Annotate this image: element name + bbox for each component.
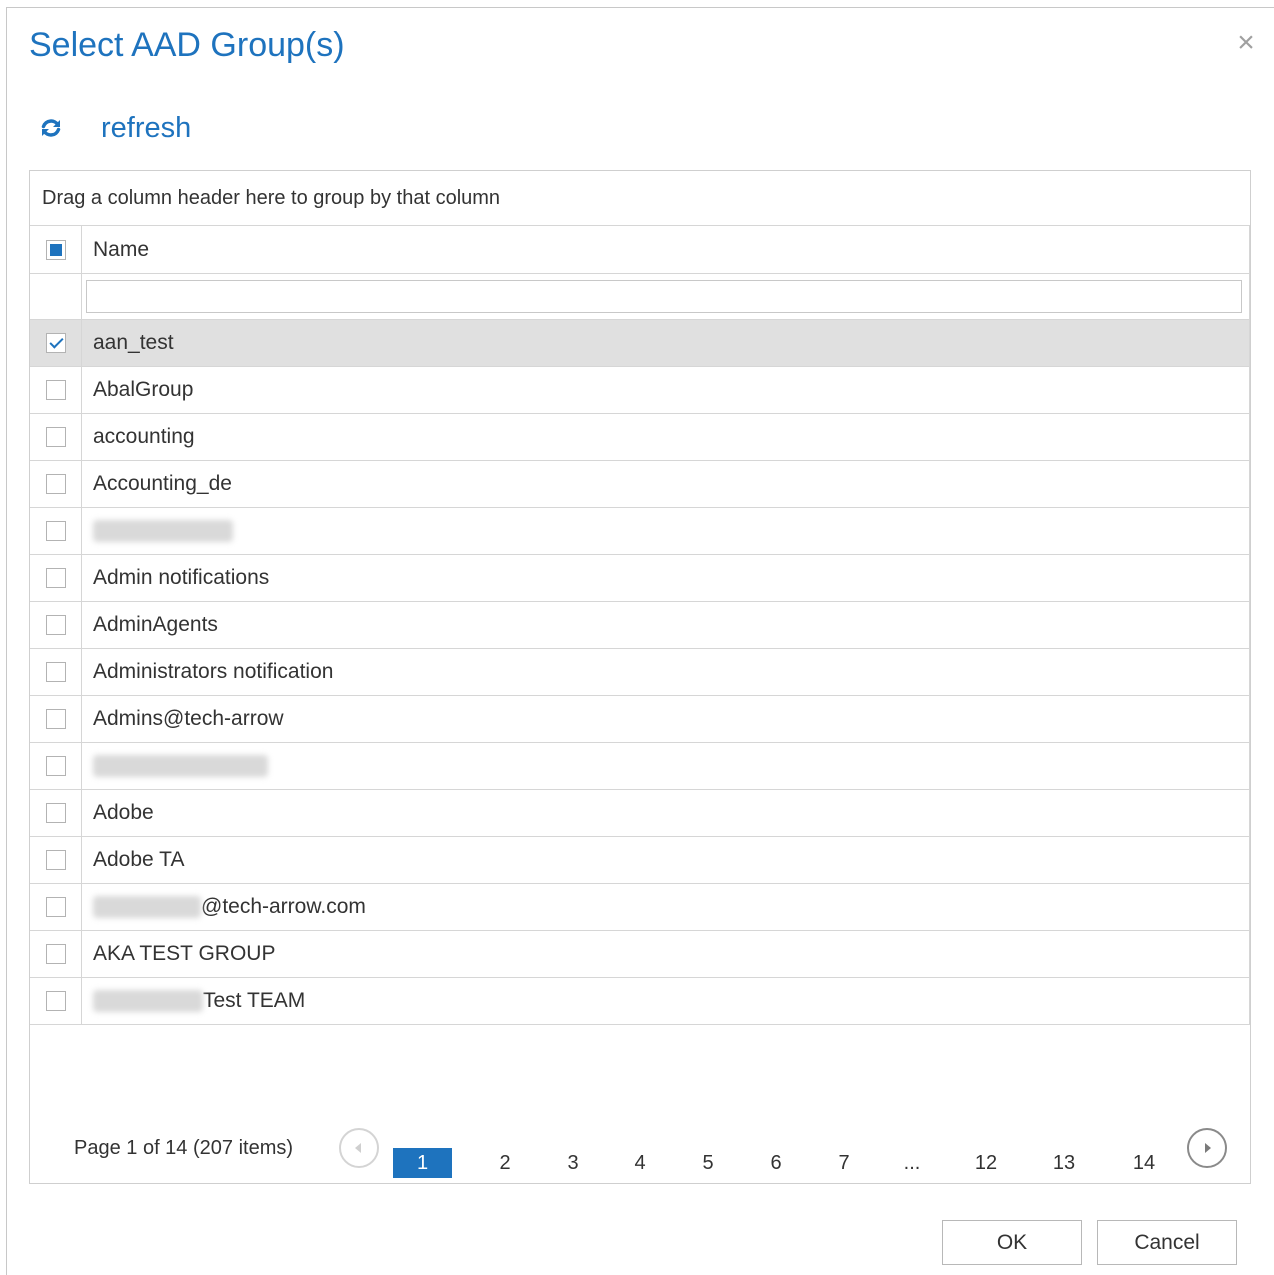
header-row: Name [30,226,1249,274]
table-row[interactable]: accounting [30,414,1249,461]
group-name: Test TEAM [203,989,306,1012]
group-name: Accounting_de [93,472,232,495]
select-aad-groups-dialog: Select AAD Group(s) × refresh Drag a col… [6,7,1274,1275]
refresh-icon [41,119,61,137]
table-row[interactable]: AdminAgents [30,602,1249,649]
row-checkbox[interactable] [45,850,66,870]
table-row[interactable]: AbalGroup [30,367,1249,414]
table-row[interactable]: Admins@tech-arrow [30,696,1249,743]
table-row[interactable]: Accounting_de [30,461,1249,508]
filter-row [30,274,1249,320]
page-7[interactable]: 7 [824,1148,864,1178]
row-checkbox[interactable] [45,568,66,588]
row-checkbox[interactable] [45,991,66,1011]
row-checkbox[interactable] [45,474,66,494]
page-2[interactable]: 2 [485,1148,525,1178]
prev-page-button[interactable] [339,1128,379,1168]
name-filter-input[interactable] [86,280,1242,313]
row-checkbox[interactable] [45,897,66,917]
table-row[interactable]: Test TEAM [30,978,1249,1025]
table-row[interactable]: Admin notifications [30,555,1249,602]
row-checkbox[interactable] [45,944,66,964]
table-row[interactable]: aan_test [30,320,1249,367]
pager-summary: Page 1 of 14 (207 items) [74,1136,294,1159]
group-name: accounting [93,425,195,448]
group-name: @tech-arrow.com [201,895,366,918]
table-row[interactable]: Adobe [30,790,1249,837]
page-3[interactable]: 3 [553,1148,593,1178]
table-row[interactable] [30,508,1249,555]
groups-grid: Drag a column header here to group by th… [29,170,1251,1184]
group-name: Admin notifications [93,566,270,589]
row-checkbox[interactable] [45,615,66,635]
page-5[interactable]: 5 [688,1148,728,1178]
rows-container: aan_test AbalGroup accounting Accounting_de… [30,320,1249,1025]
redacted-text [93,990,203,1012]
page-6[interactable]: 6 [756,1148,796,1178]
next-page-button[interactable] [1187,1128,1227,1168]
group-name: Administrators notification [93,660,334,683]
row-checkbox[interactable] [45,756,66,776]
page-1[interactable]: 1 [393,1148,452,1178]
group-name: Adobe TA [93,848,185,871]
row-checkbox[interactable] [45,380,66,400]
page-4[interactable]: 4 [620,1148,660,1178]
table-row[interactable]: Administrators notification [30,649,1249,696]
group-name: AdminAgents [93,613,218,636]
row-checkbox[interactable] [45,427,66,447]
select-all-checkbox[interactable] [45,239,66,260]
group-name: AKA TEST GROUP [93,942,276,965]
table-row[interactable]: @tech-arrow.com [30,884,1249,931]
pager: Page 1 of 14 (207 items) 1 2 3 4 5 6 7... 12 13 1… [30,1127,1250,1178]
close-icon[interactable]: × [1233,28,1259,58]
group-name: Admins@tech-arrow [93,707,284,730]
dialog-title: Select AAD Group(s) [29,26,345,64]
row-checkbox[interactable] [45,333,66,353]
row-checkbox[interactable] [45,662,66,682]
ok-button[interactable]: OK [942,1220,1082,1265]
redacted-text [93,896,201,918]
chevron-right-icon [1205,1143,1211,1153]
page-12[interactable]: 12 [966,1148,1006,1178]
redacted-text [93,520,233,542]
table-row[interactable] [30,743,1249,790]
cancel-button[interactable]: Cancel [1097,1220,1237,1265]
refresh-label: refresh [101,111,192,144]
groups-table: Name aan_test AbalGroup accounting Accounti… [30,226,1250,1025]
group-name: Adobe [93,801,154,824]
row-checkbox[interactable] [45,521,66,541]
page-13[interactable]: 13 [1044,1148,1084,1178]
table-row[interactable]: Adobe TA [30,837,1249,884]
row-checkbox[interactable] [45,709,66,729]
group-by-panel[interactable]: Drag a column header here to group by th… [30,171,1250,226]
row-checkbox[interactable] [45,803,66,823]
page-ellipsis[interactable]: ... [892,1148,932,1178]
group-name: AbalGroup [93,378,194,401]
table-row[interactable]: AKA TEST GROUP [30,931,1249,978]
redacted-text [93,755,268,777]
column-header-name[interactable]: Name [82,226,1249,273]
group-name: aan_test [93,331,174,354]
refresh-button[interactable]: refresh [39,108,191,148]
chevron-left-icon [355,1143,361,1153]
page-14[interactable]: 14 [1124,1148,1164,1178]
